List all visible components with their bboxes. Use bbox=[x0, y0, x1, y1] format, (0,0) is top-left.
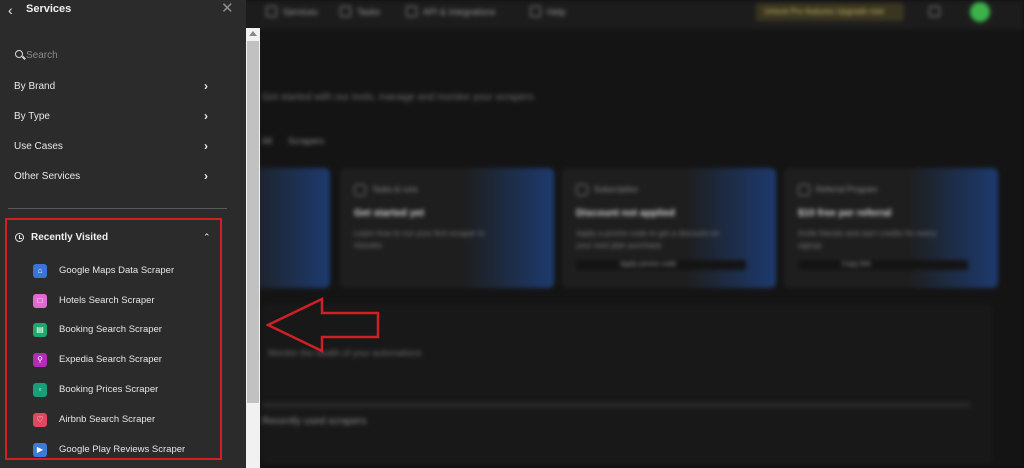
promo-banner[interactable]: Unlock Pro features Upgrade now bbox=[756, 3, 904, 21]
price-tag-icon: ▫ bbox=[33, 383, 47, 397]
nav-item-use-cases[interactable]: Use Cases › bbox=[0, 136, 226, 160]
tab-all[interactable]: All bbox=[262, 136, 272, 146]
drawer-title: Services bbox=[26, 3, 72, 15]
recent-item-label: Google Maps Data Scraper bbox=[59, 265, 175, 276]
nav-item-label: Use Cases bbox=[14, 141, 63, 152]
nav-label: Services bbox=[283, 6, 318, 17]
divider bbox=[8, 208, 227, 209]
search-box[interactable] bbox=[6, 44, 236, 66]
card-action[interactable]: Copy link bbox=[798, 260, 968, 270]
recent-item-hotels-search-scraper[interactable]: □ Hotels Search Scraper bbox=[33, 292, 213, 310]
nav-item-label: By Type bbox=[14, 111, 50, 122]
help-icon bbox=[530, 6, 541, 17]
hotel-icon: □ bbox=[33, 294, 47, 308]
recent-item-google-play-reviews-scraper[interactable]: ▶ Google Play Reviews Scraper bbox=[33, 441, 213, 459]
card-icon bbox=[798, 184, 810, 196]
nav-label: API & Integrations bbox=[423, 6, 496, 17]
nav-item-by-type[interactable]: By Type › bbox=[0, 106, 226, 130]
nav-help[interactable]: Help bbox=[530, 6, 566, 17]
booking-icon: ▤ bbox=[33, 323, 47, 337]
tasks-icon bbox=[340, 6, 351, 17]
nav-tasks[interactable]: Tasks bbox=[340, 6, 380, 17]
recently-visited-header[interactable]: Recently Visited ⌃ bbox=[7, 220, 220, 256]
card-icon bbox=[576, 184, 588, 196]
card-desc: Apply a promo code to get a discount on … bbox=[576, 229, 720, 250]
recent-item-label: Hotels Search Scraper bbox=[59, 295, 155, 306]
chevron-up-icon[interactable]: ⌃ bbox=[203, 232, 211, 243]
card[interactable]: Referral Program $10 free per referral I… bbox=[784, 168, 998, 288]
recent-item-label: Google Play Reviews Scraper bbox=[59, 444, 186, 455]
card[interactable]: Tasks & runs Get started yet Learn how t… bbox=[340, 168, 554, 288]
chevron-right-icon: › bbox=[204, 79, 208, 93]
nav-services[interactable]: Services bbox=[266, 6, 318, 17]
nav-item-by-brand[interactable]: By Brand › bbox=[0, 76, 226, 100]
nav-item-label: By Brand bbox=[14, 81, 56, 92]
notification-icon[interactable] bbox=[929, 6, 940, 17]
clock-icon bbox=[15, 233, 24, 242]
card-title: Discount not applied bbox=[576, 208, 675, 219]
recent-item-booking-prices-scraper[interactable]: ▫ Booking Prices Scraper bbox=[33, 381, 213, 399]
nav-label: Help bbox=[547, 6, 566, 17]
card-title: $10 free per referral bbox=[798, 208, 892, 219]
tab-scrapers[interactable]: Scrapers bbox=[288, 136, 324, 146]
card-tag: Subscription bbox=[594, 185, 639, 194]
map-pin-icon: ⌂ bbox=[33, 264, 47, 278]
scroll-up-arrow-icon[interactable] bbox=[249, 31, 257, 36]
nav-item-other-services[interactable]: Other Services › bbox=[0, 166, 226, 190]
recently-visited-section: Recently Visited ⌃ ⌂ Google Maps Data Sc… bbox=[5, 218, 222, 460]
avatar[interactable] bbox=[970, 2, 990, 22]
api-icon bbox=[406, 6, 417, 17]
card-tag: Referral Program bbox=[816, 185, 878, 194]
card-icon bbox=[354, 184, 366, 196]
card-desc: Invite friends and earn credits for ever… bbox=[798, 229, 937, 250]
search-input[interactable] bbox=[26, 48, 226, 62]
recently-visited-title: Recently Visited bbox=[31, 232, 109, 243]
expedia-icon: ⚲ bbox=[33, 353, 47, 367]
chevron-right-icon: › bbox=[204, 109, 208, 123]
card-tag: Tasks & runs bbox=[372, 185, 418, 194]
recent-item-google-maps-data-scraper[interactable]: ⌂ Google Maps Data Scraper bbox=[33, 262, 213, 280]
search-icon bbox=[15, 50, 23, 58]
services-drawer: ‹ Services ✕ By Brand › By Type › Use Ca… bbox=[0, 0, 246, 468]
recent-item-label: Booking Prices Scraper bbox=[59, 384, 159, 395]
card-title: Get started yet bbox=[354, 208, 425, 219]
drawer-header: ‹ Services ✕ bbox=[0, 0, 246, 22]
recent-item-booking-search-scraper[interactable]: ▤ Booking Search Scraper bbox=[33, 321, 213, 339]
recent-item-airbnb-search-scraper[interactable]: ♡ Airbnb Search Scraper bbox=[33, 411, 213, 429]
close-icon[interactable]: ✕ bbox=[221, 0, 234, 17]
services-icon bbox=[266, 6, 277, 17]
panel-divider bbox=[262, 402, 970, 408]
play-icon: ▶ bbox=[33, 443, 47, 457]
recent-item-label: Expedia Search Scraper bbox=[59, 354, 162, 365]
recent-item-label: Booking Search Scraper bbox=[59, 324, 162, 335]
chevron-right-icon: › bbox=[204, 139, 208, 153]
recent-item-label: Airbnb Search Scraper bbox=[59, 414, 156, 425]
chevron-right-icon: › bbox=[204, 169, 208, 183]
card-desc: Learn how to run your first scraper in m… bbox=[354, 229, 485, 250]
chevron-left-icon[interactable]: ‹ bbox=[8, 2, 13, 18]
page-subtitle: Get started with our tools, manage and m… bbox=[262, 92, 534, 103]
scrollbar-thumb[interactable] bbox=[247, 41, 259, 403]
nav-api[interactable]: API & Integrations bbox=[406, 6, 496, 17]
nav-label: Tasks bbox=[357, 6, 381, 17]
card[interactable]: Subscription Discount not applied Apply … bbox=[562, 168, 776, 288]
card-action[interactable]: Apply promo code bbox=[576, 260, 746, 270]
nav-item-label: Other Services bbox=[14, 171, 81, 182]
airbnb-icon: ♡ bbox=[33, 413, 47, 427]
annotation-arrow-icon bbox=[266, 297, 380, 353]
panel-title: Recently used scrapers bbox=[262, 416, 367, 427]
recent-item-expedia-search-scraper[interactable]: ⚲ Expedia Search Scraper bbox=[33, 351, 213, 369]
